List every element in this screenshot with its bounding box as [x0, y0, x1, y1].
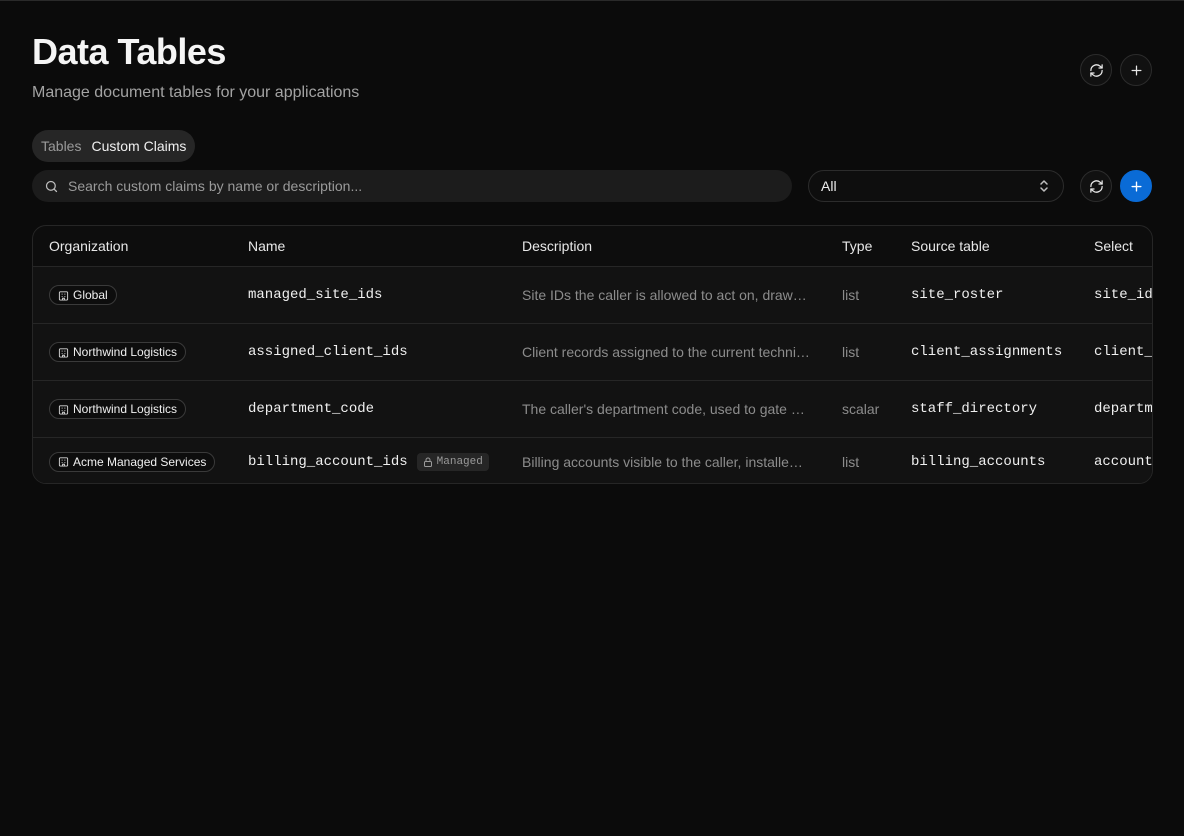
column-header-organization[interactable]: Organization — [49, 226, 128, 266]
refresh-claims-button[interactable] — [1080, 170, 1112, 202]
filter-selected-value: All — [821, 178, 837, 194]
table-row[interactable]: Northwind Logistics assigned_client_ids … — [33, 324, 1153, 381]
organization-badge: Northwind Logistics — [49, 399, 187, 419]
claim-type: list — [842, 287, 860, 303]
table-row[interactable]: Global managed_site_ids Site IDs the cal… — [33, 267, 1153, 324]
claim-select: account — [1094, 453, 1153, 470]
lock-icon — [423, 457, 432, 467]
claim-name: department_code — [248, 401, 375, 417]
column-header-type[interactable]: Type — [842, 226, 872, 266]
add-table-button[interactable] — [1120, 54, 1152, 86]
building-icon — [58, 347, 69, 358]
building-icon — [58, 290, 69, 301]
claim-source-table: client_assignments — [911, 344, 1063, 360]
claim-name: billing_account_ids — [248, 453, 408, 470]
column-header-name[interactable]: Name — [248, 226, 285, 266]
refresh-icon — [1089, 63, 1103, 77]
search-bar — [32, 170, 792, 202]
plus-icon — [1131, 65, 1141, 75]
plus-icon — [1130, 180, 1142, 192]
building-icon — [58, 457, 69, 467]
column-header-description[interactable]: Description — [522, 226, 592, 266]
refresh-icon — [1089, 179, 1103, 193]
claim-select: site_id — [1094, 287, 1153, 303]
claim-description: Client records assigned to the current t… — [522, 344, 810, 360]
organization-filter-select[interactable]: All — [808, 170, 1064, 202]
claim-name: assigned_client_ids — [248, 344, 408, 360]
claim-description: Site IDs the caller is allowed to act on… — [522, 287, 807, 303]
claim-description: The caller's department code, used to ga… — [522, 401, 805, 417]
add-claim-button[interactable] — [1120, 170, 1152, 202]
search-icon — [45, 180, 58, 192]
claim-select: client_ — [1094, 344, 1153, 360]
claim-type: list — [842, 453, 860, 470]
tab-custom-claims[interactable]: Custom Claims — [86, 130, 191, 162]
custom-claims-table: Organization Name Description Type Sourc… — [32, 225, 1153, 484]
organization-badge: Acme Managed Services — [49, 451, 216, 472]
claim-name: managed_site_ids — [248, 287, 383, 303]
tab-tables[interactable]: Tables — [36, 130, 86, 162]
view-tabs: Tables Custom Claims — [32, 130, 196, 162]
page-title: Data Tables — [32, 31, 226, 72]
claim-type: list — [842, 344, 860, 360]
table-row[interactable]: Northwind Logistics department_code The … — [33, 381, 1153, 438]
page-subtitle: Manage document tables for your applicat… — [32, 84, 360, 101]
building-icon — [58, 404, 69, 415]
claim-select: departm — [1094, 401, 1153, 417]
column-header-select[interactable]: Select — [1094, 226, 1133, 266]
organization-badge: Global — [49, 285, 117, 305]
claim-description: Billing accounts visible to the caller, … — [522, 453, 803, 470]
column-header-source-table[interactable]: Source table — [911, 226, 990, 266]
search-input[interactable] — [68, 178, 768, 194]
claim-source-table: staff_directory — [911, 401, 1038, 417]
table-header-row: Organization Name Description Type Sourc… — [33, 226, 1152, 267]
claim-source-table: billing_accounts — [911, 453, 1046, 470]
claim-type: scalar — [842, 401, 880, 417]
table-row[interactable]: Acme Managed Services billing_account_id… — [33, 438, 1153, 483]
organization-badge: Northwind Logistics — [49, 342, 187, 362]
chevron-up-down-icon — [1040, 180, 1048, 192]
claim-source-table: site_roster — [911, 287, 1004, 303]
refresh-tables-button[interactable] — [1080, 54, 1112, 86]
managed-badge: Managed — [416, 452, 489, 471]
